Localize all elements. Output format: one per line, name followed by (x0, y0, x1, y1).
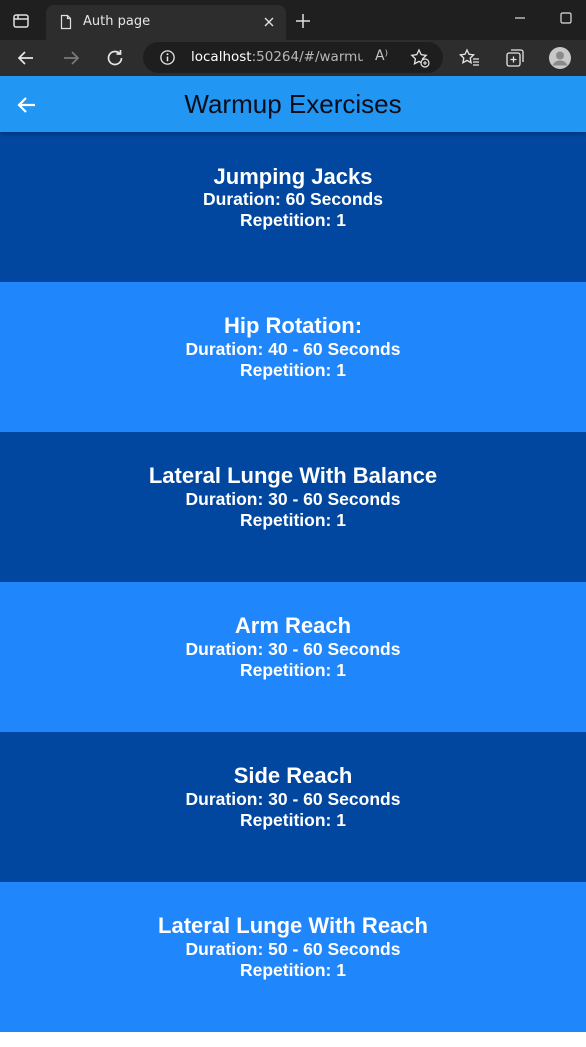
exercise-name: Hip Rotation: (223, 313, 363, 338)
maximize-icon[interactable] (556, 8, 576, 28)
exercise-duration: Duration: 30 - 60 Seconds (185, 639, 401, 659)
collections-icon[interactable] (503, 46, 527, 70)
new-tab-icon[interactable] (292, 10, 314, 32)
exercise-duration: Duration: 60 Seconds (203, 189, 383, 209)
exercise-repetition: Repetition: 1 (240, 660, 346, 680)
forward-arrow-icon[interactable] (59, 46, 83, 70)
app-bar: Warmup Exercises (0, 76, 586, 132)
exercise-card[interactable]: Lateral Lunge With Reach Duration: 50 - … (0, 882, 586, 1032)
exercise-name: Side Reach (233, 763, 353, 788)
url-text[interactable]: localhost:50264/#/warmup$ (191, 49, 363, 65)
refresh-icon[interactable] (103, 46, 127, 70)
back-arrow-icon[interactable] (14, 46, 38, 70)
exercise-repetition: Repetition: 1 (240, 510, 346, 530)
browser-toolbar: localhost:50264/#/warmup$ A⁾ (0, 40, 586, 76)
browser-tabstrip: Auth page (0, 0, 586, 40)
profile-avatar-icon[interactable] (548, 46, 572, 70)
minimize-icon[interactable] (510, 8, 530, 28)
exercise-card[interactable]: Hip Rotation: Duration: 40 - 60 Seconds … (0, 282, 586, 432)
browser-tab[interactable]: Auth page (46, 5, 286, 40)
url-path: :50264/#/warmup$ (251, 49, 363, 65)
exercise-name: Lateral Lunge With Reach (158, 913, 428, 938)
exercise-name: Arm Reach (234, 613, 352, 638)
tab-title: Auth page (83, 14, 151, 29)
exercise-duration: Duration: 30 - 60 Seconds (185, 489, 401, 509)
add-favorite-icon[interactable] (409, 47, 431, 69)
favorites-icon[interactable] (458, 46, 482, 70)
close-icon[interactable] (261, 14, 277, 30)
exercise-repetition: Repetition: 1 (240, 360, 346, 380)
exercise-duration: Duration: 40 - 60 Seconds (185, 339, 401, 359)
exercise-repetition: Repetition: 1 (240, 960, 346, 980)
read-aloud-icon[interactable]: A⁾ (375, 48, 395, 68)
exercise-card[interactable]: Jumping Jacks Duration: 60 Seconds Repet… (0, 132, 586, 282)
exercise-card[interactable]: Arm Reach Duration: 30 - 60 Seconds Repe… (0, 582, 586, 732)
info-icon[interactable] (159, 49, 176, 66)
exercise-duration: Duration: 50 - 60 Seconds (185, 939, 401, 959)
exercise-repetition: Repetition: 1 (240, 810, 346, 830)
exercise-name: Lateral Lunge With Balance (148, 463, 438, 488)
exercise-duration: Duration: 30 - 60 Seconds (185, 789, 401, 809)
tab-actions-icon[interactable] (10, 10, 32, 32)
exercise-repetition: Repetition: 1 (240, 210, 346, 230)
exercise-card[interactable]: Lateral Lunge With Balance Duration: 30 … (0, 432, 586, 582)
address-bar[interactable]: localhost:50264/#/warmup$ A⁾ (143, 42, 443, 73)
exercise-card[interactable]: Side Reach Duration: 30 - 60 Seconds Rep… (0, 732, 586, 882)
page-title: Warmup Exercises (184, 89, 402, 119)
exercise-name: Jumping Jacks (213, 164, 373, 189)
url-host: localhost (191, 49, 252, 65)
exercise-list: Jumping Jacks Duration: 60 Seconds Repet… (0, 132, 586, 1032)
page-icon (60, 14, 72, 30)
